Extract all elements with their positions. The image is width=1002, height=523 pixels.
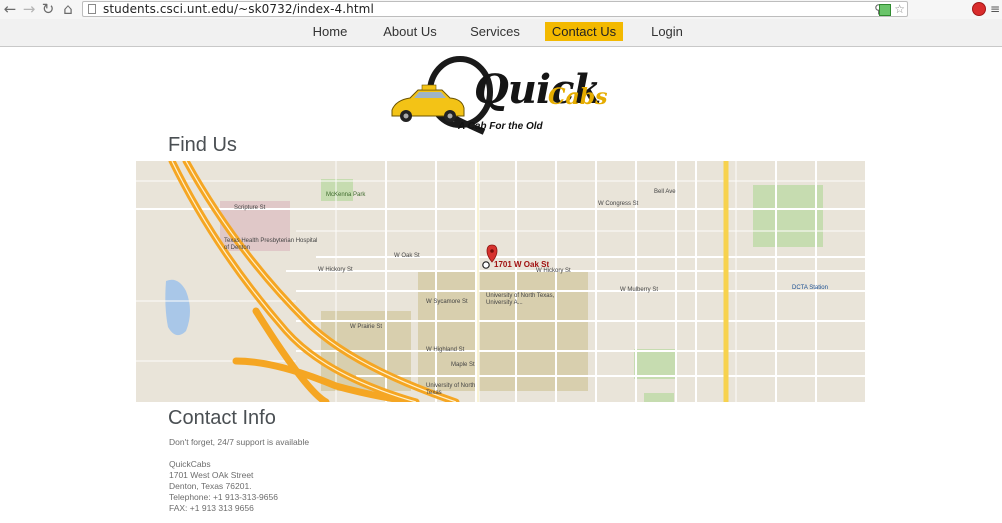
forward-icon[interactable]: →	[21, 1, 37, 17]
map-label-scripture: Scripture St	[234, 205, 266, 211]
location-map[interactable]: 1701 W Oak St McKenna Park W Oak St W Hi…	[136, 161, 865, 402]
fax: FAX: +1 913 313 9656	[169, 503, 254, 513]
home-icon[interactable]: ⌂	[60, 1, 76, 17]
nav-contact-us[interactable]: Contact Us	[545, 22, 623, 41]
extension-green-icon[interactable]	[879, 4, 891, 16]
logo-tagline: A Cab For the Old	[458, 121, 543, 132]
map-label-university: University of North Texas, University A.…	[486, 293, 555, 306]
map-label-prairie: W Prairie St	[350, 324, 383, 330]
reload-icon[interactable]: ↻	[40, 1, 56, 17]
map-label-dcta: DCTA Station	[792, 285, 828, 291]
map-label-sycamore: W Sycamore St	[426, 299, 468, 305]
map-label-w-oak-st: W Oak St	[394, 253, 420, 259]
nav-login[interactable]: Login	[648, 22, 686, 41]
map-label-maple: Maple St	[451, 362, 475, 368]
logo-sub-text: Cabs	[548, 84, 608, 110]
map-label-w-hickory-st: W Hickory St	[318, 267, 353, 273]
map-label-mckenna-park: McKenna Park	[326, 192, 366, 198]
map-label-congress: W Congress St	[598, 201, 639, 207]
page-icon	[88, 4, 96, 14]
nav-about-us[interactable]: About Us	[382, 22, 438, 41]
map-label-texas-health: Texas Health Presbyterian Hospital of De…	[224, 238, 318, 251]
street-address: 1701 West OAk Street	[169, 470, 254, 480]
map-label-mulberry: W Mulberry St	[620, 287, 659, 293]
map-graphic	[136, 161, 865, 402]
adblock-icon[interactable]	[972, 1, 986, 17]
telephone: Telephone: +1 913-313-9656	[169, 492, 278, 502]
main-navigation: Home About Us Services Contact Us Login	[0, 19, 1002, 47]
contact-info-heading: Contact Info	[168, 407, 276, 429]
url-text[interactable]: students.csci.unt.edu/~sk0732/index-4.ht…	[103, 2, 374, 17]
quickcabs-logo[interactable]: Quick Cabs A Cab For the Old	[388, 52, 608, 137]
nav-services[interactable]: Services	[470, 22, 520, 41]
company-name: QuickCabs	[169, 459, 211, 469]
map-label-unt: University of North Texas	[426, 383, 476, 396]
browser-toolbar: ← → ↻ ⌂ students.csci.unt.edu/~sk0732/in…	[0, 0, 1002, 20]
address-bar[interactable]: students.csci.unt.edu/~sk0732/index-4.ht…	[82, 1, 908, 17]
map-label-bell-ave: Bell Ave	[654, 189, 676, 195]
back-icon[interactable]: ←	[2, 1, 18, 17]
find-us-heading: Find Us	[168, 134, 237, 156]
nav-home[interactable]: Home	[310, 22, 350, 41]
bookmark-star-icon[interactable]: ☆	[894, 2, 905, 17]
taxi-icon	[391, 84, 465, 122]
city-address: Denton, Texas 76201.	[169, 481, 252, 491]
menu-icon[interactable]: ≡	[990, 1, 1000, 17]
support-note: Don't forget, 24/7 support is available	[169, 437, 310, 447]
map-label-hickory-east: W Hickory St	[536, 268, 571, 274]
map-label-highland: W Highland St	[426, 347, 465, 353]
